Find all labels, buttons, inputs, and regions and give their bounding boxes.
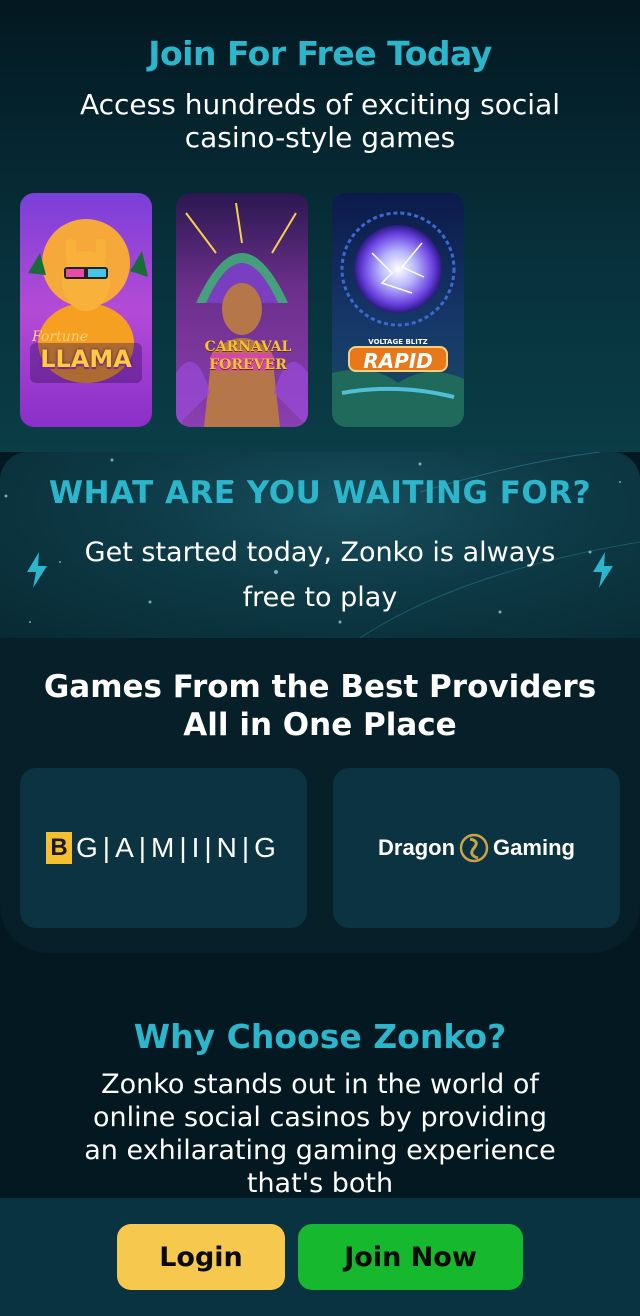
bgaming-logo-text: G|A|M|I|N|G (76, 832, 281, 863)
game-carousel[interactable]: Fortune LLAMA CARNAVAL FOREVER VOLTAGE B… (20, 193, 470, 427)
hero-subtitle: Access hundreds of exciting social casin… (79, 88, 561, 154)
dragon-gaming-logo-right: Gaming (493, 835, 575, 860)
hero-title: Join For Free Today (148, 34, 492, 73)
game-card-carnaval-forever[interactable]: CARNAVAL FOREVER (176, 193, 308, 427)
game-card-fortune-llama[interactable]: Fortune LLAMA (20, 193, 152, 427)
why-choose-title: Why Choose Zonko? (133, 1017, 507, 1056)
voltage-blitz-small-logo: VOLTAGE BLITZ (368, 338, 428, 346)
game-card-voltage-blitz-rapid[interactable]: VOLTAGE BLITZ RAPID (332, 193, 464, 427)
login-button[interactable]: Login (117, 1224, 285, 1290)
providers-section: Games From the Best Providers All in One… (0, 638, 640, 953)
dragon-gaming-logo: Dragon Gaming (378, 831, 575, 865)
voltage-blitz-art (332, 193, 464, 427)
bgaming-logo-mark: B (46, 832, 73, 864)
bgaming-logo: B G|A|M|I|N|G (46, 832, 281, 864)
provider-card-dragon-gaming[interactable]: Dragon Gaming (333, 768, 620, 928)
hero-section: Join For Free Today Access hundreds of e… (0, 0, 640, 452)
join-now-button[interactable]: Join Now (298, 1224, 523, 1290)
fortune-llama-logo-small: Fortune (32, 329, 89, 345)
cta-banner: WHAT ARE YOU WAITING FOR? Get started to… (0, 452, 640, 638)
fortune-llama-logo: LLAMA (40, 345, 132, 373)
lightning-bolt-icon (593, 552, 613, 588)
fortune-llama-art (20, 193, 152, 427)
carnaval-logo-line2: FOREVER (209, 357, 287, 373)
dragon-gaming-logo-left: Dragon (378, 835, 456, 860)
dragon-emblem-icon (459, 833, 489, 863)
voltage-blitz-rapid-logo: RAPID (348, 346, 448, 373)
carnaval-forever-art (176, 193, 308, 427)
cta-subtitle: Get started today, Zonko is always free … (84, 537, 556, 613)
why-choose-body: Zonko stands out in the world of online … (84, 1069, 556, 1199)
bottom-action-bar: Login Join Now (0, 1198, 640, 1316)
provider-card-bgaming[interactable]: B G|A|M|I|N|G (20, 768, 307, 928)
providers-title: Games From the Best Providers All in One… (43, 669, 597, 743)
cta-title: WHAT ARE YOU WAITING FOR? (48, 475, 592, 511)
carnaval-logo-line1: CARNAVAL (204, 339, 292, 355)
lightning-bolt-icon (27, 552, 47, 588)
